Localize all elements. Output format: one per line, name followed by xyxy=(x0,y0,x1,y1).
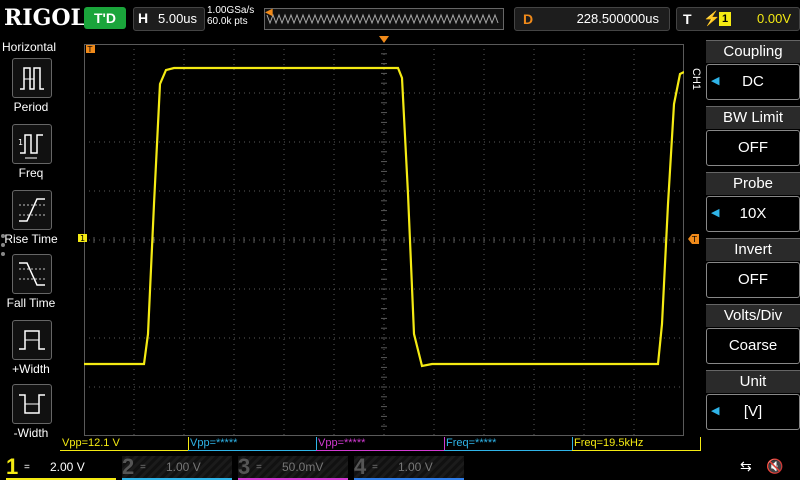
delay-value: 228.500000us xyxy=(576,11,659,26)
svg-text:1: 1 xyxy=(80,234,85,243)
channel-tab: CH1 xyxy=(690,68,702,91)
probe-softkey[interactable]: Probe 10X ◀ xyxy=(706,172,800,234)
memory-depth: 60.0k pts xyxy=(207,16,248,27)
svg-text:T: T xyxy=(691,235,697,244)
measurement-bar: Vpp=12.1 V Vpp=***** Vpp=***** Freq=****… xyxy=(60,437,701,451)
coupling-arrow-icon: ◀ xyxy=(711,75,720,87)
probe-value: 10X xyxy=(706,196,800,232)
trigger-position-marker-left: T xyxy=(86,44,96,56)
ch1-number: 1 xyxy=(6,454,19,479)
acquisition-info: 1.00GSa/s 60.0k pts xyxy=(207,5,254,27)
timebase-box[interactable]: H 5.00us xyxy=(133,7,205,31)
freq-icon: 1 xyxy=(12,124,52,164)
memory-overview-strip: ◀ xyxy=(264,7,504,30)
ch2-status[interactable]: 2 = 1.00 V xyxy=(122,456,232,480)
fall-time-icon xyxy=(12,254,52,294)
unit-softkey[interactable]: Unit [V] ◀ xyxy=(706,370,800,432)
memory-waveform-preview xyxy=(266,13,499,25)
speaker-mute-icon[interactable]: 🔇 xyxy=(766,458,783,475)
measurement-item[interactable]: Vpp=***** xyxy=(188,437,317,451)
delay-label: D xyxy=(523,11,534,27)
probe-arrow-icon: ◀ xyxy=(711,207,720,219)
bw-limit-header: BW Limit xyxy=(706,106,800,129)
probe-header: Probe xyxy=(706,172,800,195)
volts-div-softkey[interactable]: Volts/Div Coarse xyxy=(706,304,800,366)
positive-width-label: +Width xyxy=(12,362,50,376)
period-label: Period xyxy=(13,100,49,114)
trigger-status-badge: T'D xyxy=(84,7,126,29)
ch4-scale: 1.00 V xyxy=(398,460,433,474)
bw-limit-softkey[interactable]: BW Limit OFF xyxy=(706,106,800,168)
ch3-scale: 50.0mV xyxy=(282,460,324,474)
rise-time-icon xyxy=(12,190,52,230)
timebase-value: 5.00us xyxy=(158,11,198,26)
ch4-coupling-icon: = xyxy=(372,462,378,473)
ch3-coupling-icon: = xyxy=(256,462,262,473)
horizontal-label: H xyxy=(138,10,149,26)
svg-text:1: 1 xyxy=(18,138,23,147)
measurement-item[interactable]: Vpp=12.1 V xyxy=(60,437,189,451)
svg-text:T: T xyxy=(87,45,93,54)
ch3-number: 3 xyxy=(238,454,251,479)
ch4-number: 4 xyxy=(354,454,367,479)
negative-width-label: -Width xyxy=(13,426,49,440)
ch2-scale: 1.00 V xyxy=(166,460,201,474)
measurement-item[interactable]: Freq=***** xyxy=(444,437,573,451)
measurement-item[interactable]: Vpp=***** xyxy=(316,437,445,451)
fall-time-label: Fall Time xyxy=(6,296,56,310)
usb-icon: ⇆ xyxy=(740,458,752,474)
period-icon xyxy=(12,58,52,98)
menu-title: Horizontal xyxy=(2,40,57,54)
brand-logo: RIGOL xyxy=(4,5,86,31)
invert-value: OFF xyxy=(706,262,800,298)
channel-status-bar: 1 = 2.00 V 2 = 1.00 V 3 = 50.0mV 4 = 1.0… xyxy=(0,452,800,480)
freq-label: Freq xyxy=(18,166,44,180)
waveform-display[interactable] xyxy=(83,43,685,436)
trigger-channel: 1 xyxy=(719,12,731,26)
bw-limit-value: OFF xyxy=(706,130,800,166)
trigger-level-marker[interactable]: T xyxy=(688,234,700,246)
measure-freq-button[interactable]: 1 Freq xyxy=(0,124,62,186)
rise-time-label: Rise Time xyxy=(4,232,58,246)
rising-edge-icon: ⚡ xyxy=(703,10,721,26)
measure-negative-width-button[interactable]: -Width xyxy=(0,384,62,446)
trigger-box[interactable]: T ⚡ 1 0.00V xyxy=(676,7,800,31)
ch2-number: 2 xyxy=(122,454,135,479)
ch1-status[interactable]: 1 = 2.00 V xyxy=(6,456,116,480)
volts-div-header: Volts/Div xyxy=(706,304,800,327)
unit-arrow-icon: ◀ xyxy=(711,405,720,417)
ch1-scale: 2.00 V xyxy=(50,460,85,474)
measure-positive-width-button[interactable]: +Width xyxy=(0,320,62,382)
negative-width-icon xyxy=(12,384,52,424)
invert-softkey[interactable]: Invert OFF xyxy=(706,238,800,300)
measure-period-button[interactable]: Period xyxy=(0,58,62,120)
trigger-level: 0.00V xyxy=(757,11,791,26)
ch1-coupling-icon: = xyxy=(24,462,30,473)
ch3-status[interactable]: 3 = 50.0mV xyxy=(238,456,348,480)
positive-width-icon xyxy=(12,320,52,360)
coupling-value: DC xyxy=(706,64,800,100)
unit-header: Unit xyxy=(706,370,800,393)
coupling-header: Coupling xyxy=(706,40,800,63)
horizontal-measure-menu: Horizontal Period 1 Freq Rise Time Fall … xyxy=(0,38,62,446)
measurement-item[interactable]: Freq=19.5kHz xyxy=(572,437,701,451)
trigger-time-marker[interactable] xyxy=(379,36,389,46)
menu-page-dots xyxy=(1,234,5,261)
measure-fall-time-button[interactable]: Fall Time xyxy=(0,254,62,316)
waveform-grid xyxy=(83,43,685,436)
top-status-bar: RIGOL T'D H 5.00us 1.00GSa/s 60.0k pts ◀… xyxy=(0,0,800,38)
ch2-coupling-icon: = xyxy=(140,462,146,473)
unit-value: [V] xyxy=(706,394,800,430)
ch1-offset-marker[interactable]: 1 xyxy=(78,233,88,245)
volts-div-value: Coarse xyxy=(706,328,800,364)
ch4-status[interactable]: 4 = 1.00 V xyxy=(354,456,464,480)
channel-settings-menu: Coupling DC ◀ BW Limit OFF Probe 10X ◀ I… xyxy=(702,38,800,438)
invert-header: Invert xyxy=(706,238,800,261)
trigger-label: T xyxy=(683,11,692,27)
measure-rise-time-button[interactable]: Rise Time xyxy=(0,190,62,252)
sample-rate: 1.00GSa/s xyxy=(207,5,255,16)
coupling-softkey[interactable]: Coupling DC ◀ xyxy=(706,40,800,102)
delay-box[interactable]: D 228.500000us xyxy=(514,7,670,31)
memory-position-marker: ◀ xyxy=(265,7,273,18)
